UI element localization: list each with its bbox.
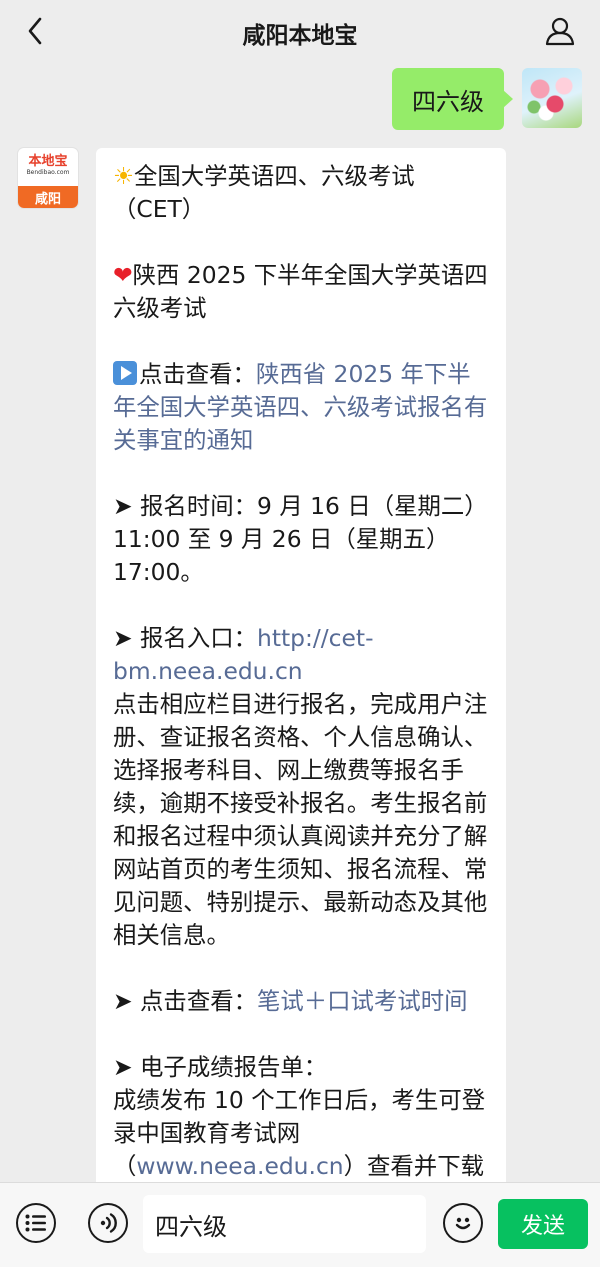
- person-icon: [545, 17, 575, 46]
- list-icon: [25, 1214, 46, 1232]
- arrow-icon: ➤: [113, 987, 133, 1015]
- user-avatar[interactable]: [522, 68, 582, 128]
- signup-entry: ➤ 报名入口：http://cet-bm.neea.edu.cn: [113, 624, 374, 685]
- top-bar: 咸阳本地宝: [0, 0, 600, 62]
- signup-time: ➤ 报名时间：9 月 16 日（星期二）11:00 至 9 月 26 日（星期五…: [113, 492, 488, 586]
- notice-line: 点击查看：陕西省 2025 年下半年全国大学英语四、六级考试报名有关事宜的通知: [113, 360, 488, 454]
- play-icon: [113, 361, 137, 385]
- input-bar: 发送: [0, 1182, 600, 1267]
- incoming-bubble: ☀全国大学英语四、六级考试（CET） ❤陕西 2025 下半年全国大学英语四六级…: [96, 148, 506, 1248]
- exam-title: ☀全国大学英语四、六级考试（CET）: [113, 162, 415, 223]
- arrow-icon: ➤: [113, 492, 133, 520]
- message-input[interactable]: [143, 1195, 426, 1253]
- menu-button[interactable]: [16, 1203, 56, 1243]
- send-button[interactable]: 发送: [498, 1199, 588, 1249]
- logo-url: Bendibao.com: [26, 169, 70, 176]
- logo: 本地宝 Bendibao.com: [18, 148, 78, 184]
- smiley-icon: [455, 1217, 471, 1230]
- emoji-button[interactable]: [443, 1203, 483, 1243]
- voice-button[interactable]: [88, 1203, 128, 1243]
- sun-icon: ☀: [113, 162, 134, 190]
- logo-brand: 本地宝: [28, 154, 68, 169]
- neea-link[interactable]: www.neea.edu.cn: [136, 1152, 343, 1180]
- arrow-icon: ➤: [113, 1053, 133, 1081]
- outgoing-bubble[interactable]: 四六级: [392, 68, 513, 130]
- exam-subtitle: ❤陕西 2025 下半年全国大学英语四六级考试: [113, 261, 488, 322]
- profile-button[interactable]: [542, 13, 578, 49]
- exam-time-link[interactable]: 笔试＋口试考试时间: [257, 987, 468, 1015]
- heart-icon: ❤: [113, 261, 133, 289]
- arrow-icon: ➤: [113, 624, 133, 652]
- logo-city: 咸阳: [18, 186, 78, 208]
- exam-time-line: ➤ 点击查看：笔试＋口试考试时间: [113, 987, 468, 1015]
- score-report-heading: ➤ 电子成绩报告单：: [113, 1053, 328, 1081]
- voice-icon: [100, 1213, 117, 1233]
- chat-title: 咸阳本地宝: [242, 23, 358, 49]
- entry-description: 点击相应栏目进行报名，完成用户注册、查证报名资格、个人信息确认、选择报考科目、网…: [113, 690, 488, 949]
- official-account-avatar[interactable]: 本地宝 Bendibao.com 咸阳: [18, 148, 78, 208]
